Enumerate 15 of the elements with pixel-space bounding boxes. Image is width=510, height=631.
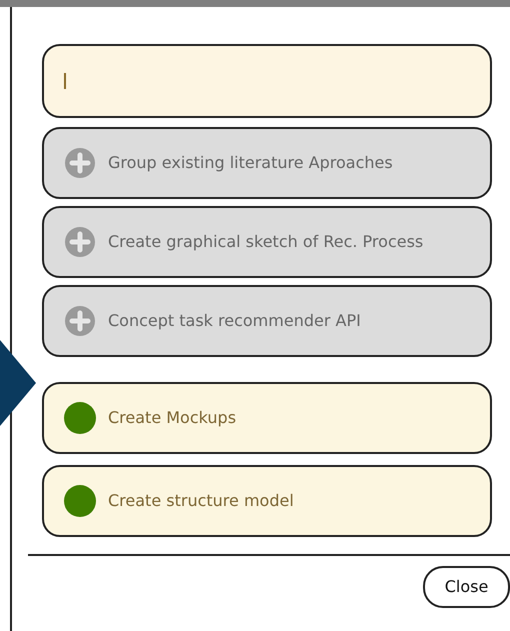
plus-icon (64, 226, 96, 258)
suggestion-item[interactable]: Group existing literature Aproaches (42, 127, 492, 199)
task-label: Create Mockups (108, 407, 236, 429)
task-item[interactable]: Create structure model (42, 465, 492, 537)
suggestion-item[interactable]: Create graphical sketch of Rec. Process (42, 206, 492, 278)
task-item[interactable]: Create Mockups (42, 382, 492, 454)
suggestion-item[interactable]: Concept task recommender API (42, 285, 492, 357)
suggestion-label: Group existing literature Aproaches (108, 152, 393, 174)
task-label: Create structure model (108, 490, 294, 512)
suggestion-label: Concept task recommender API (108, 310, 361, 332)
input-field[interactable] (42, 44, 492, 118)
plus-icon (64, 147, 96, 179)
suggestion-label: Create graphical sketch of Rec. Process (108, 231, 424, 253)
plus-icon (64, 305, 96, 337)
close-button[interactable]: Close (423, 566, 510, 608)
